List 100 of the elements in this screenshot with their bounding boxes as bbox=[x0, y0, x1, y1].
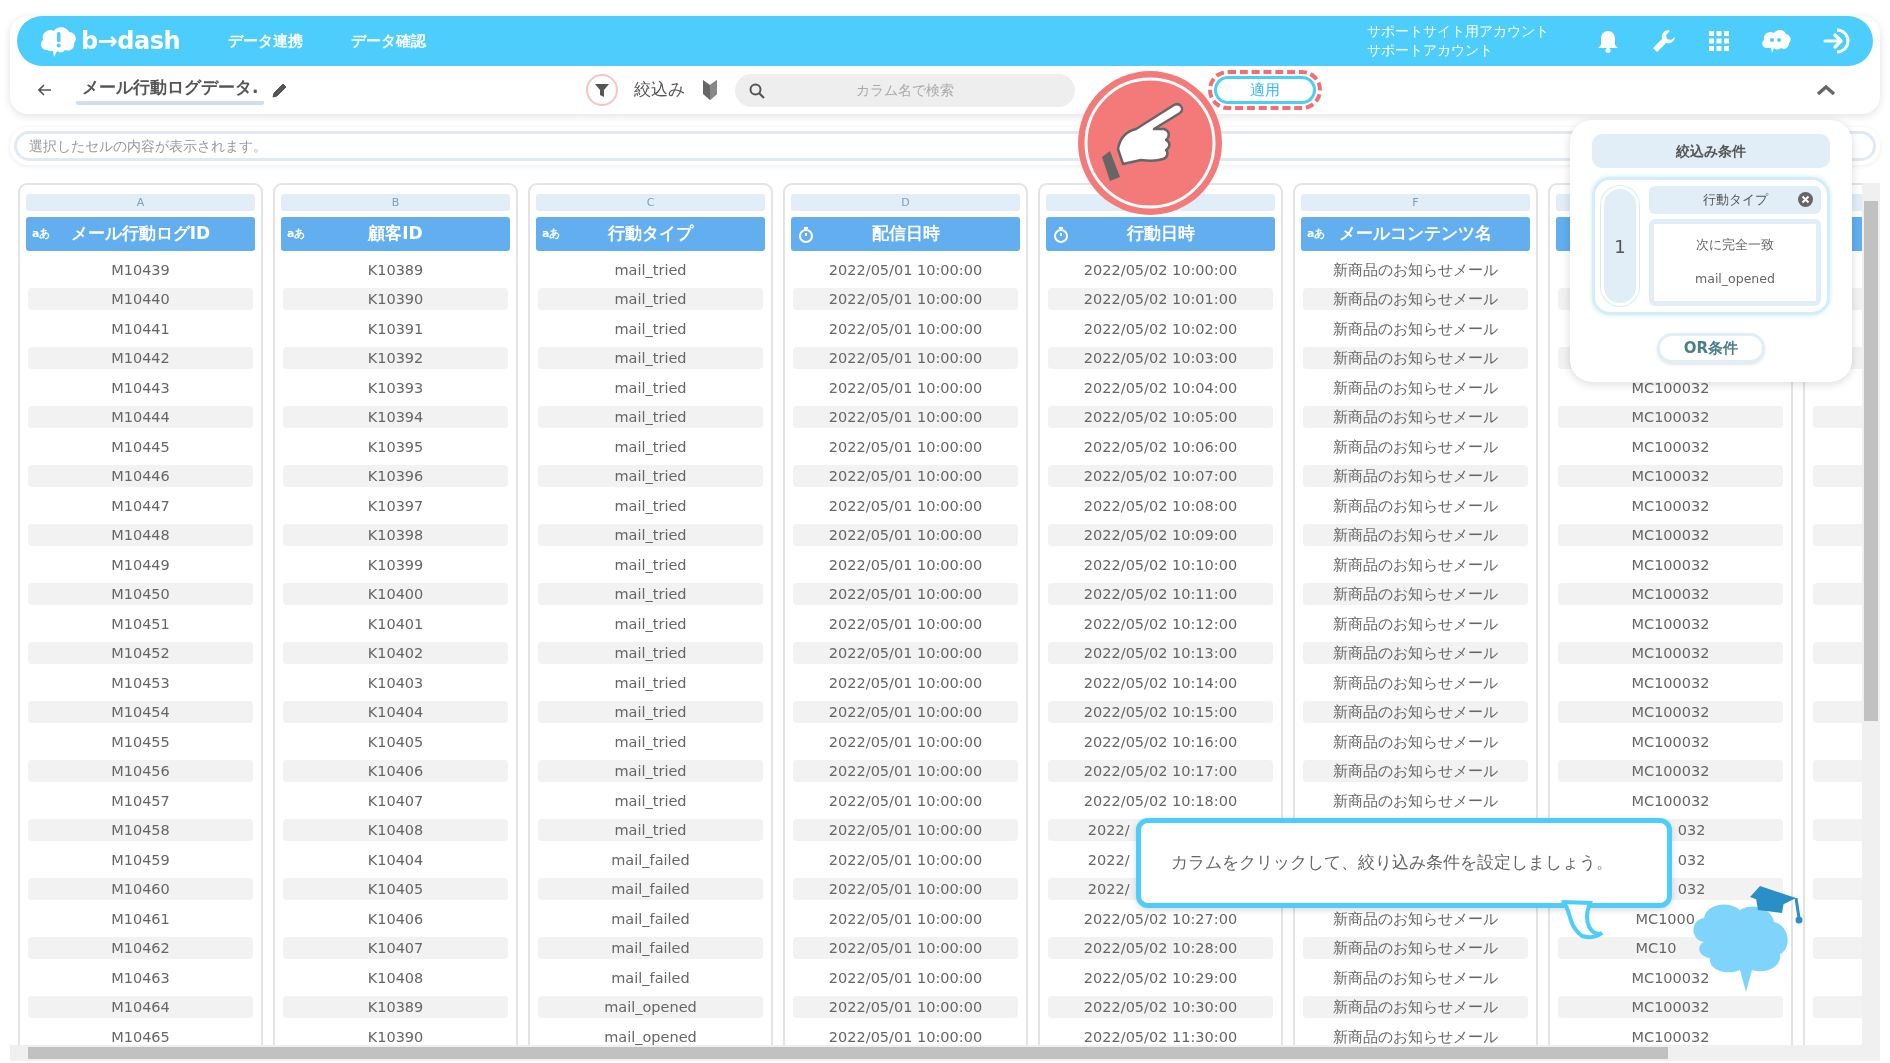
table-cell: M10459 bbox=[111, 851, 170, 868]
column-letter[interactable]: B bbox=[281, 194, 510, 211]
table-cell: 2022/05/02 10:04:00 bbox=[1083, 379, 1238, 396]
table-cell: M10442 bbox=[111, 350, 170, 367]
account-name: サポートアカウント bbox=[1367, 41, 1494, 60]
table-cell: mail_failed bbox=[611, 910, 690, 927]
wrench-icon[interactable] bbox=[1651, 28, 1677, 54]
search-field[interactable]: カラム名で検索 bbox=[735, 73, 1076, 107]
table-cell: K10406 bbox=[367, 910, 424, 927]
table-cell: 新商品のお知らせメール bbox=[1333, 733, 1498, 750]
table-cell-text: MC10 bbox=[1635, 939, 1677, 959]
table-cell: 2022/05/02 10:03:00 bbox=[1083, 350, 1238, 367]
table-cell: 新商品のお知らせメール bbox=[1333, 763, 1498, 780]
table-cell: 新商品のお知らせメール bbox=[1333, 910, 1498, 927]
column-letter[interactable]: D bbox=[791, 194, 1020, 211]
table-cell: M10445 bbox=[111, 438, 170, 455]
condition-value-box[interactable]: 次に完全一致 mail_opened bbox=[1649, 219, 1821, 306]
table-cell: MC100032 bbox=[1631, 438, 1710, 455]
table-cell: K10405 bbox=[367, 733, 424, 750]
table-cell: 2022/05/02 10:00:00 bbox=[1083, 261, 1238, 278]
table-cell: mail_opened bbox=[604, 1028, 697, 1045]
table-cell: 2022/05/01 10:00:00 bbox=[828, 556, 983, 573]
nav-link[interactable]: データ確認 bbox=[351, 29, 427, 53]
table-cell: 2022/05/02 10:17:00 bbox=[1083, 763, 1238, 780]
table-cell: 2022/05/02 10:11:00 bbox=[1083, 586, 1238, 603]
table-cell: 2022/05/01 10:00:00 bbox=[828, 350, 983, 367]
table-cell: M10456 bbox=[111, 763, 170, 780]
table-cell: mail_tried bbox=[614, 704, 687, 721]
table-cell: M10463 bbox=[111, 969, 170, 986]
table-cell: 2022/05/02 10:18:00 bbox=[1083, 792, 1238, 809]
table-cell-text: 2022/ bbox=[1087, 880, 1130, 900]
table-cell: 新商品のお知らせメール bbox=[1333, 497, 1498, 514]
table-cell: 2022/05/02 10:09:00 bbox=[1083, 527, 1238, 544]
table-cell: M10439 bbox=[111, 261, 170, 278]
close-icon[interactable] bbox=[1798, 192, 1813, 207]
nav-link[interactable]: データ連携 bbox=[228, 29, 304, 53]
back-arrow-icon[interactable] bbox=[38, 84, 52, 96]
column-letter[interactable]: A bbox=[26, 194, 255, 211]
table-cell: MC100032 bbox=[1631, 969, 1710, 986]
document-title[interactable]: メール行動ログデータ. bbox=[76, 74, 265, 106]
bell-icon[interactable] bbox=[1597, 29, 1619, 53]
table-cell: 新商品のお知らせメール bbox=[1333, 969, 1498, 986]
table-cell: 2022/05/02 10:10:00 bbox=[1083, 556, 1238, 573]
table-cell: mail_tried bbox=[614, 615, 687, 632]
table-cell: 2022/05/02 10:30:00 bbox=[1083, 999, 1238, 1016]
vertical-scrollbar[interactable] bbox=[1862, 183, 1880, 1045]
table-cell: mail_tried bbox=[614, 291, 687, 308]
apply-button[interactable]: 適用 bbox=[1214, 76, 1317, 104]
stopwatch-icon bbox=[798, 225, 814, 243]
table-cell: M10440 bbox=[111, 291, 170, 308]
pencil-icon[interactable] bbox=[272, 82, 289, 98]
table-cell: M10441 bbox=[111, 320, 170, 337]
column-header[interactable]: aあ メールコンテンツ名 bbox=[1301, 217, 1530, 251]
table-cell: 2022/05/02 10:29:00 bbox=[1083, 969, 1238, 986]
condition-number: 1 bbox=[1601, 186, 1639, 306]
table-cell: 新商品のお知らせメール bbox=[1333, 615, 1498, 632]
chevron-up-icon[interactable] bbox=[1816, 84, 1836, 96]
table-cell: M10444 bbox=[111, 409, 170, 426]
table-cell: K10390 bbox=[367, 1028, 424, 1045]
table-cell: 新商品のお知らせメール bbox=[1333, 320, 1498, 337]
table-cell: MC100032 bbox=[1631, 615, 1710, 632]
beginner-mark-icon[interactable] bbox=[701, 79, 720, 101]
table-cell: mail_tried bbox=[614, 674, 687, 691]
table-cell: K10395 bbox=[367, 438, 424, 455]
table-cell: 新商品のお知らせメール bbox=[1333, 940, 1498, 957]
table-cell: K10404 bbox=[367, 851, 424, 868]
table-cell: 新商品のお知らせメール bbox=[1333, 468, 1498, 485]
table-cell: mail_tried bbox=[614, 763, 687, 780]
table-cell: 2022/05/01 10:00:00 bbox=[828, 320, 983, 337]
column-letter[interactable]: C bbox=[536, 194, 765, 211]
table-cell: mail_tried bbox=[614, 497, 687, 514]
horizontal-scrollbar[interactable] bbox=[10, 1045, 1880, 1061]
column-header[interactable]: 行動日時 bbox=[1046, 217, 1275, 251]
table-cell: 2022/05/01 10:00:00 bbox=[828, 291, 983, 308]
condition-column-name: 行動タイプ bbox=[1702, 191, 1768, 210]
table-cell: K10408 bbox=[367, 822, 424, 839]
table-cell: 2022/05/02 10:01:00 bbox=[1083, 291, 1238, 308]
grid-icon[interactable] bbox=[1709, 31, 1729, 51]
table-cell: 2022/05/01 10:00:00 bbox=[828, 468, 983, 485]
table-cell: MC100032 bbox=[1631, 1028, 1710, 1045]
table-cell: MC100032 bbox=[1631, 497, 1710, 514]
cloud-icon[interactable] bbox=[1761, 28, 1791, 54]
column-header[interactable]: aあ メール行動ログID bbox=[26, 217, 255, 251]
filter-button[interactable] bbox=[586, 74, 619, 106]
table-cell: mail_failed bbox=[611, 969, 690, 986]
table-cell: mail_tried bbox=[614, 586, 687, 603]
or-condition-button[interactable]: OR条件 bbox=[1657, 333, 1765, 363]
column-header[interactable]: 配信日時 bbox=[791, 217, 1020, 251]
table-cell: 2022/05/01 10:00:00 bbox=[828, 999, 983, 1016]
column-header[interactable]: aあ 顧客ID bbox=[281, 217, 510, 251]
table-cell: M10462 bbox=[111, 940, 170, 957]
table-cell: 2022/05/01 10:00:00 bbox=[828, 940, 983, 957]
column-header[interactable]: aあ 行動タイプ bbox=[536, 217, 765, 251]
table-cell: K10389 bbox=[367, 261, 424, 278]
table-cell: MC100032 bbox=[1631, 586, 1710, 603]
table-cell: K10391 bbox=[367, 320, 424, 337]
column-letter[interactable]: F bbox=[1301, 194, 1530, 211]
table-cell: 2022/05/01 10:00:00 bbox=[828, 261, 983, 278]
table-cell: 新商品のお知らせメール bbox=[1333, 527, 1498, 544]
funnel-icon bbox=[594, 82, 611, 98]
